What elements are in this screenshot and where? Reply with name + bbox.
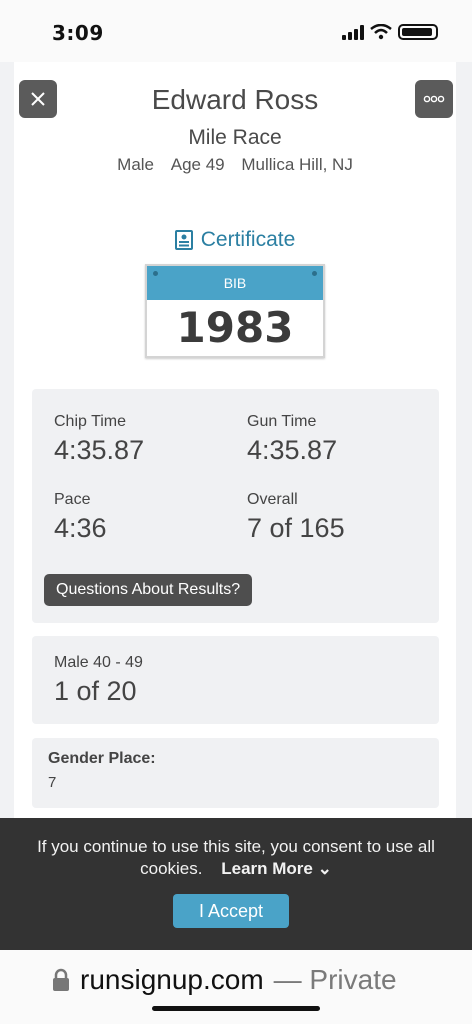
- cookie-message: If you continue to use this site, you co…: [30, 836, 442, 880]
- race-name: Mile Race: [188, 126, 282, 149]
- bib-label: BIB: [223, 275, 247, 291]
- runner-name: Edward Ross: [151, 84, 319, 115]
- learn-more-link[interactable]: Learn More ⌄: [221, 859, 332, 878]
- lock-icon: [53, 968, 69, 991]
- address-bar[interactable]: runsignup.com — Private: [0, 950, 472, 1024]
- certificate-label: Certificate: [200, 228, 296, 251]
- signal-icon: [342, 24, 364, 40]
- bib-number: 1983: [176, 303, 294, 352]
- status-time: 3:09: [52, 21, 104, 45]
- runner-gender: Male: [117, 155, 155, 174]
- gender-place-panel: Gender Place: 7: [32, 738, 439, 808]
- chip-time-label: Chip Time: [54, 413, 127, 430]
- cookie-banner: If you continue to use this site, you co…: [0, 818, 472, 950]
- gun-time-value: 4:35.87: [247, 435, 338, 465]
- url-domain: runsignup.com: [80, 964, 264, 995]
- private-label: — Private: [273, 964, 397, 995]
- questions-button[interactable]: Questions About Results?: [44, 574, 253, 606]
- gender-place-value: 7: [48, 774, 57, 791]
- battery-icon: [398, 24, 438, 40]
- division-label: Male 40 - 49: [54, 654, 143, 671]
- runner-location: Mullica Hill, NJ: [241, 155, 353, 174]
- status-bar: 3:09: [0, 0, 472, 62]
- status-icons: [342, 24, 438, 40]
- chip-time-value: 4:35.87: [54, 435, 145, 465]
- result-card: Edward Ross Mile Race Male Age 49 Mullic…: [14, 62, 456, 822]
- bib-header: BIB: [147, 266, 323, 300]
- home-indicator: [152, 1006, 320, 1011]
- pace-value: 4:36: [54, 513, 107, 543]
- certificate-link[interactable]: Certificate: [14, 228, 456, 252]
- division-panel: Male 40 - 49 1 of 20: [32, 636, 439, 724]
- overall-value: 7 of 165: [247, 513, 345, 543]
- certificate-icon: [174, 230, 193, 250]
- overall-label: Overall: [247, 491, 298, 508]
- learn-more-label: Learn More: [221, 859, 313, 878]
- runner-age: Age 49: [170, 155, 225, 174]
- race-bib: BIB 1983: [145, 264, 325, 358]
- results-panel: Chip Time 4:35.87 Gun Time 4:35.87 Pace …: [32, 389, 439, 623]
- wifi-icon: [370, 24, 392, 40]
- chevron-down-icon: ⌄: [317, 859, 332, 878]
- bib-hole-icon: [153, 271, 158, 276]
- url-display[interactable]: runsignup.com — Private: [52, 964, 397, 996]
- pace-label: Pace: [54, 491, 91, 508]
- accept-button[interactable]: I Accept: [173, 894, 289, 928]
- bib-hole-icon: [312, 271, 317, 276]
- gender-place-label: Gender Place:: [48, 750, 156, 767]
- division-place: 1 of 20: [54, 676, 137, 706]
- runner-meta: Male Age 49 Mullica Hill, NJ: [14, 155, 456, 175]
- gun-time-label: Gun Time: [247, 413, 317, 430]
